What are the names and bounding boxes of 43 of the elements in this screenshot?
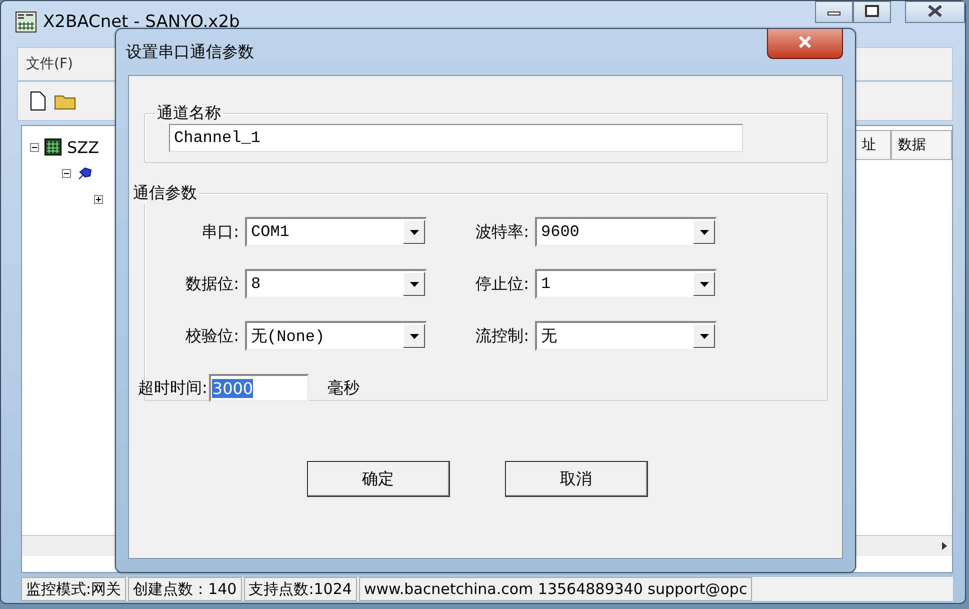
dropdown-field[interactable]: 无(None)	[245, 321, 427, 351]
field-label: 数据位:	[184, 274, 240, 294]
field-label: 校验位:	[184, 326, 240, 346]
app-icon	[15, 11, 37, 33]
close-button[interactable]	[767, 29, 843, 59]
close-button[interactable]	[905, 1, 965, 23]
collapse-toggle-icon[interactable]	[30, 142, 39, 152]
device-icon	[44, 138, 62, 156]
field-label: 串口:	[200, 222, 240, 242]
field-label: 流控制:	[474, 326, 530, 346]
new-file-icon[interactable]	[30, 91, 46, 111]
channel-name-field[interactable]: Channel_1	[169, 124, 743, 152]
window-title: X2BACnet - SANYO.x2b	[43, 12, 240, 32]
timeout-field[interactable]: 3000	[209, 374, 310, 402]
dropdown-field[interactable]: 1	[535, 269, 717, 299]
field-label: 超时时间:	[138, 378, 208, 398]
menu-item[interactable]: 文件(F)	[26, 55, 73, 73]
maximize-button[interactable]	[853, 1, 891, 23]
close-icon	[797, 35, 813, 49]
cancel-button[interactable]: 取消	[504, 461, 648, 497]
collapse-toggle-icon[interactable]	[62, 168, 71, 178]
minimize-button[interactable]	[815, 1, 853, 23]
status-text: 创建点数：140	[128, 577, 242, 601]
field-label: 波特率:	[474, 222, 530, 242]
dropdown-field[interactable]: COM1	[245, 217, 427, 247]
group-title: 通信参数	[132, 183, 198, 204]
dialog-title: 设置串口通信参数	[126, 42, 254, 62]
dropdown-field[interactable]: 8	[245, 269, 427, 299]
column-header[interactable]: 数据	[891, 130, 952, 160]
status-text: www.bacnetchina.com 13564889340 support@opc	[358, 577, 752, 601]
unit-label: 毫秒	[327, 378, 360, 398]
ok-button[interactable]: 确定	[306, 461, 450, 497]
close-icon	[927, 4, 943, 18]
tree-item[interactable]: SZZ	[67, 138, 100, 156]
column-header[interactable]: 址	[855, 130, 891, 160]
expand-toggle-icon[interactable]	[94, 194, 103, 204]
status-text: 支持点数:1024	[244, 577, 357, 601]
dropdown-field[interactable]: 9600	[535, 217, 717, 247]
status-text: 监控模式:网关	[21, 577, 126, 601]
dropdown-field[interactable]: 无	[535, 321, 717, 351]
field-label: 停止位:	[474, 274, 530, 294]
maximize-icon	[865, 4, 879, 16]
group-title: 通道名称	[156, 103, 222, 124]
